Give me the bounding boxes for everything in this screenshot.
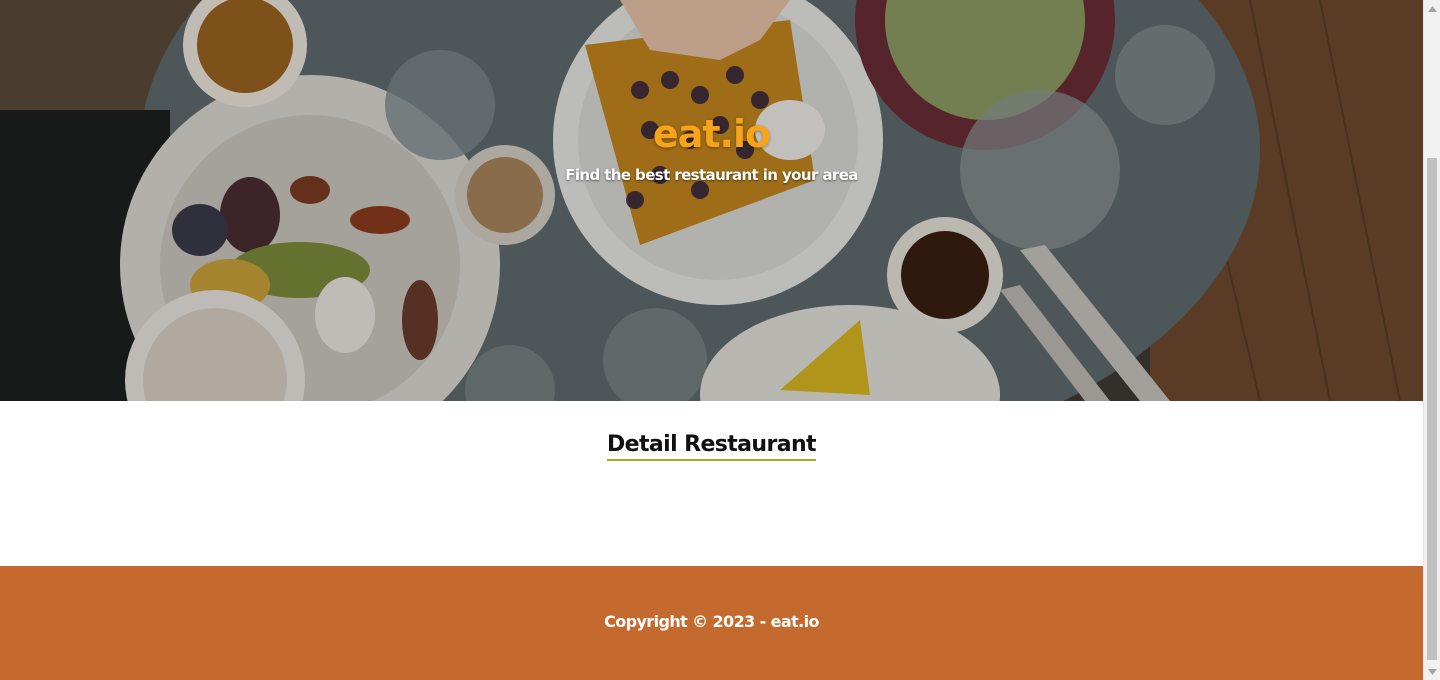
page: eat.io Find the best restaurant in your …: [0, 0, 1423, 680]
hero-overlay: [0, 0, 1423, 401]
scrollbar-thumb[interactable]: [1427, 158, 1437, 660]
section-heading: Detail Restaurant: [0, 429, 1423, 461]
footer-copyright: Copyright © 2023 - eat.io: [604, 612, 819, 631]
main-content: Detail Restaurant: [0, 401, 1423, 566]
vertical-scrollbar[interactable]: [1423, 0, 1440, 680]
chevron-down-icon[interactable]: [1424, 663, 1440, 680]
hero-tagline: Find the best restaurant in your area: [565, 166, 858, 184]
chevron-up-icon[interactable]: [1424, 0, 1440, 17]
hero-banner: eat.io Find the best restaurant in your …: [0, 0, 1423, 401]
detail-restaurant-title: Detail Restaurant: [607, 432, 817, 461]
footer: Copyright © 2023 - eat.io: [0, 566, 1423, 680]
brand-title: eat.io: [652, 112, 771, 156]
